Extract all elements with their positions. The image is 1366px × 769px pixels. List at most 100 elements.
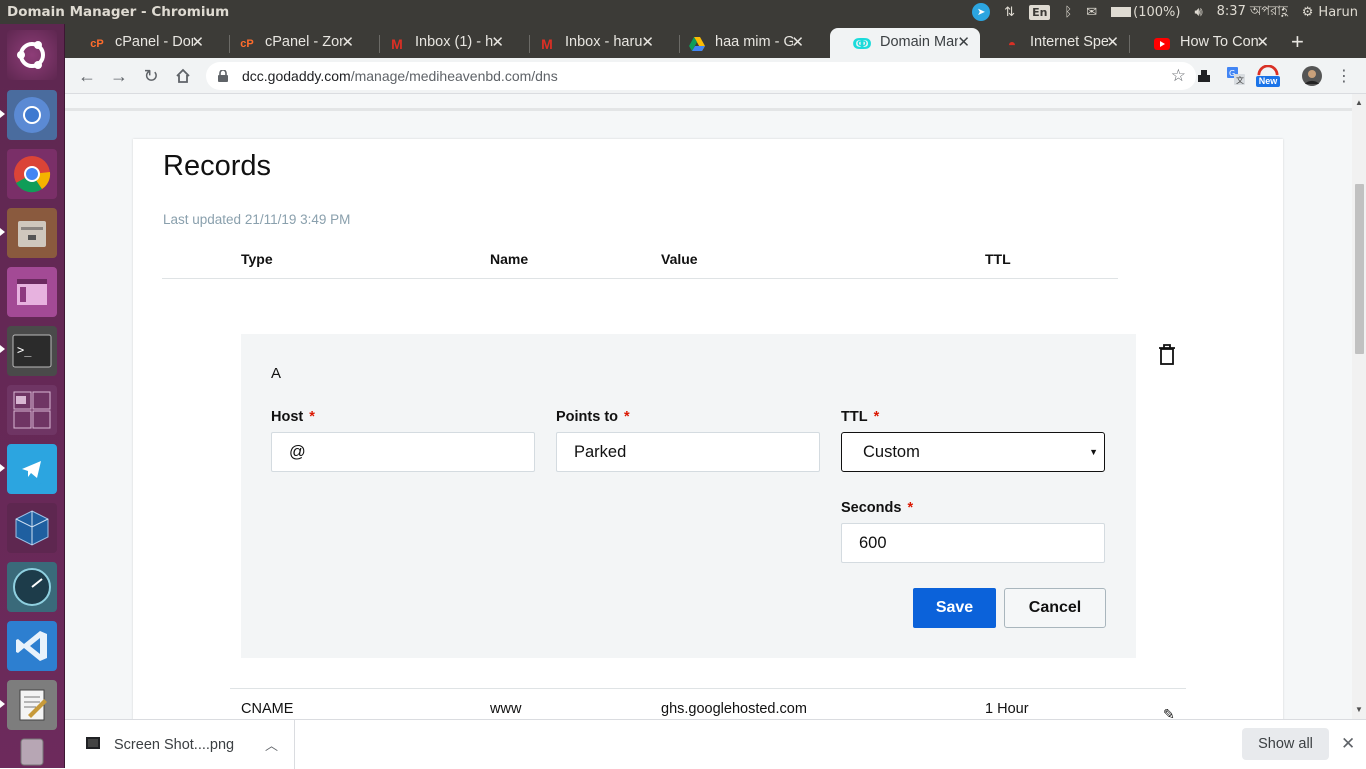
delete-record-icon[interactable] [1158, 344, 1176, 366]
points-to-input[interactable]: Parked [556, 432, 820, 472]
scroll-thumb[interactable] [1355, 184, 1364, 354]
godaddy-icon: ↂ [852, 36, 872, 53]
new-extension-icon[interactable]: New [1254, 65, 1282, 87]
tab-inbox-2[interactable]: M Inbox - harun ✕ [515, 28, 664, 58]
new-tab-button[interactable]: + [1291, 29, 1304, 55]
avatar[interactable] [1301, 65, 1323, 87]
tab-label: cPanel - Zone [265, 34, 343, 50]
download-item[interactable]: Screen Shot....png ︿ [65, 720, 295, 769]
lock-icon[interactable] [218, 70, 230, 82]
forward-button[interactable]: → [108, 65, 130, 87]
speedometer-icon[interactable] [7, 562, 57, 612]
bookmark-star-icon[interactable]: ☆ [1171, 66, 1186, 86]
close-icon[interactable]: ✕ [791, 33, 804, 51]
trash-icon[interactable] [7, 736, 57, 768]
vscode-icon[interactable] [7, 621, 57, 671]
close-icon[interactable]: ✕ [1341, 734, 1355, 754]
save-button[interactable]: Save [913, 588, 996, 628]
user-menu[interactable]: ⚙ Harun [1302, 5, 1358, 20]
terminal-icon[interactable]: >_ [7, 326, 57, 376]
drive-icon [689, 36, 705, 52]
clock[interactable]: 8:37 অপরাহ্ণ [1217, 2, 1288, 23]
tab-label: Domain Man [880, 34, 958, 50]
host-input[interactable]: @ [271, 432, 535, 472]
scroll-up-arrow-icon[interactable]: ▲ [1355, 98, 1363, 107]
chromium-icon[interactable] [7, 90, 57, 140]
close-icon[interactable]: ✕ [491, 33, 504, 51]
virtualbox-icon[interactable] [7, 503, 57, 553]
image-file-icon [86, 737, 100, 749]
record-edit-panel: A Host * @ Points to * Parked TTL * Custom … [241, 334, 1136, 658]
edit-pencil-icon[interactable]: ✎ [1163, 706, 1175, 719]
cpanel-icon: cP [90, 38, 104, 50]
app-icon[interactable] [7, 267, 57, 317]
tab-inbox-1[interactable]: M Inbox (1) - ha ✕ [365, 28, 514, 58]
tab-domain-manager[interactable]: ↂ Domain Man ✕ [830, 28, 980, 58]
back-button[interactable]: ← [76, 65, 98, 87]
chevron-up-icon[interactable]: ︿ [265, 735, 278, 754]
running-indicator [0, 464, 5, 472]
scroll-down-arrow-icon[interactable]: ▼ [1355, 705, 1363, 714]
tab-label: Inbox - harun [565, 34, 643, 50]
new-badge: New [1255, 76, 1281, 87]
close-icon[interactable]: ✕ [191, 33, 204, 51]
divider [65, 108, 1352, 111]
launcher: >_ [0, 24, 65, 768]
speedtest-icon: ◓ [1007, 36, 1017, 52]
close-icon[interactable]: ✕ [1106, 33, 1119, 51]
workspace-switcher-icon[interactable] [7, 385, 57, 435]
column-header-value: Value [661, 251, 698, 267]
points-to-label-text: Points to [556, 409, 619, 425]
text-editor-icon[interactable] [7, 680, 57, 730]
tab-cpanel-zone[interactable]: cP cPanel - Zone ✕ [215, 28, 364, 58]
host-label-text: Host [271, 409, 304, 425]
page-content: Records Last updated 21/11/19 3:49 PM Ty… [65, 94, 1352, 719]
system-top-panel: Domain Manager - Chromium ➤ ⇅ En ᛒ ✉ (10… [0, 0, 1366, 24]
seconds-input[interactable]: 600 [841, 523, 1105, 563]
running-indicator [0, 228, 5, 236]
battery-indicator[interactable]: (100%) [1111, 5, 1180, 20]
reload-button[interactable]: ↻ [140, 65, 162, 87]
bluetooth-icon[interactable]: ᛒ [1064, 5, 1072, 20]
network-icon[interactable]: ⇅ [1004, 5, 1015, 20]
record-type-cell: CNAME [241, 701, 294, 717]
volume-icon[interactable]: 🔊︎ [1194, 5, 1202, 20]
cancel-button[interactable]: Cancel [1004, 588, 1106, 628]
svg-text:文: 文 [1236, 75, 1244, 85]
tab-youtube[interactable]: How To Con ✕ [1130, 28, 1279, 58]
files-icon[interactable] [7, 208, 57, 258]
close-icon[interactable]: ✕ [341, 33, 354, 51]
tab-label: Internet Spe [1030, 34, 1108, 50]
ttl-label: TTL * [841, 409, 879, 425]
gmail-icon: M [541, 36, 553, 52]
show-all-button[interactable]: Show all [1242, 728, 1329, 760]
running-indicator [0, 345, 5, 353]
address-bar[interactable]: dcc.godaddy.com/manage/mediheavenbd.com/… [206, 62, 1196, 90]
ubuntu-dash-icon[interactable] [7, 30, 57, 80]
ttl-select[interactable]: Custom ▼ [841, 432, 1105, 472]
required-mark: * [309, 409, 315, 425]
translate-icon[interactable]: G文 [1225, 65, 1247, 87]
tab-cpanel-dom[interactable]: cP cPanel - Dom ✕ [65, 28, 214, 58]
menu-icon[interactable]: ⋮ [1336, 65, 1352, 87]
extension-icon[interactable] [1194, 65, 1214, 87]
close-icon[interactable]: ✕ [1256, 33, 1269, 51]
page-title: Records [163, 150, 271, 182]
chrome-icon[interactable] [7, 149, 57, 199]
tab-internet-speed[interactable]: ◓ Internet Spe ✕ [980, 28, 1129, 58]
telegram-icon[interactable] [7, 444, 57, 494]
close-icon[interactable]: ✕ [641, 33, 654, 51]
page-scrollbar[interactable]: ▲ ▼ [1352, 94, 1366, 719]
mail-icon[interactable]: ✉ [1086, 5, 1097, 20]
keyboard-indicator[interactable]: En [1029, 4, 1051, 20]
tab-strip: cP cPanel - Dom ✕ cP cPanel - Zone ✕ M I… [65, 24, 1366, 58]
close-icon[interactable]: ✕ [957, 33, 970, 51]
record-type: A [271, 365, 282, 382]
home-button[interactable] [172, 65, 194, 87]
column-header-ttl: TTL [985, 251, 1011, 267]
seconds-label: Seconds * [841, 500, 913, 516]
record-ttl-cell: 1 Hour [985, 701, 1029, 717]
tab-drive[interactable]: haa mim - Go ✕ [665, 28, 814, 58]
required-mark: * [873, 409, 880, 425]
telegram-tray-icon[interactable]: ➤ [972, 3, 991, 21]
